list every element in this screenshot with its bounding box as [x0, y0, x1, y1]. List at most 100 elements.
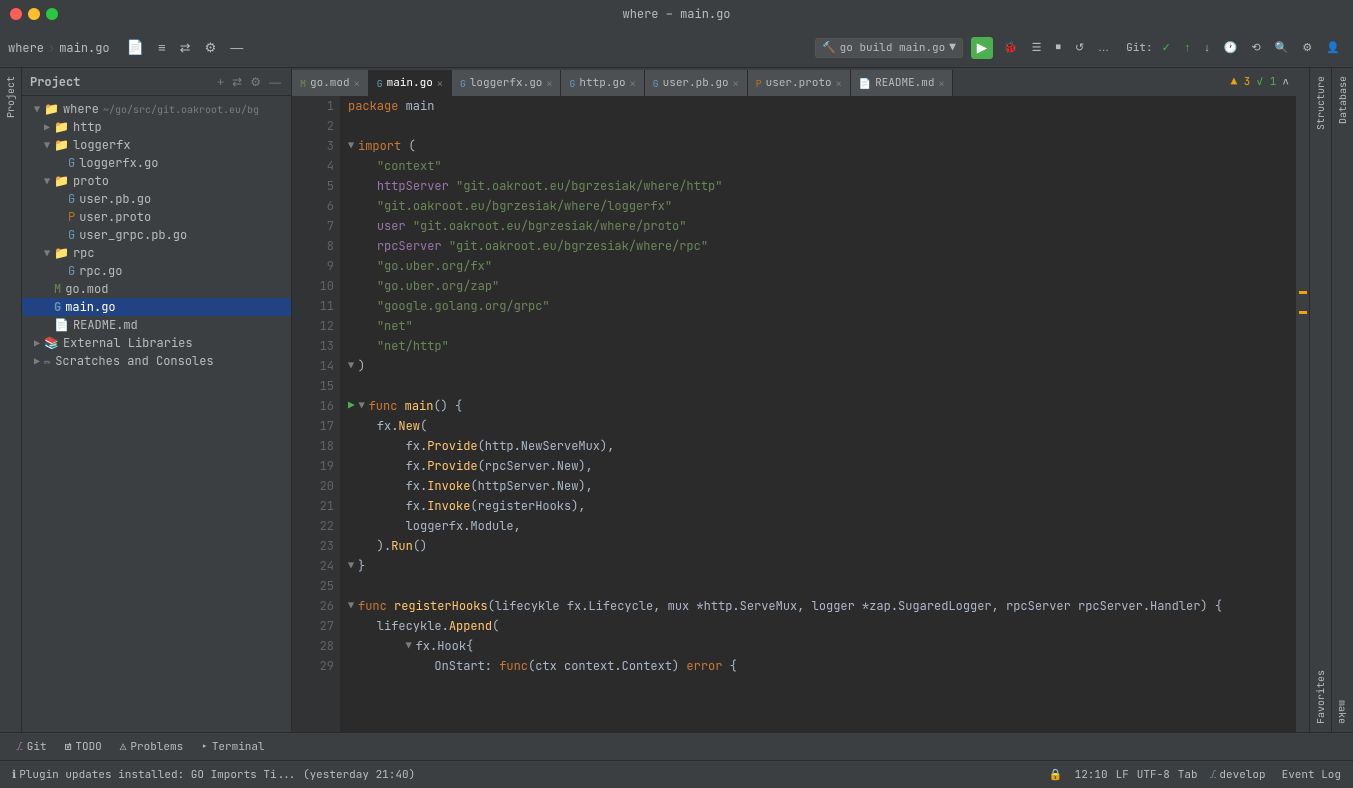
toolbar-icon-btn-1[interactable]: ≡	[153, 37, 171, 58]
tab-close-icon[interactable]: ✕	[836, 77, 842, 90]
bottom-tab-terminal[interactable]: ▸ Terminal	[193, 736, 272, 758]
indent-btn[interactable]: Tab	[1178, 768, 1198, 782]
coverage-button[interactable]: ☰	[1027, 38, 1047, 57]
breadcrumb-file[interactable]: main.go	[59, 40, 109, 56]
stop-button[interactable]: ⏹	[1050, 38, 1066, 57]
breadcrumb-project[interactable]: where	[8, 40, 44, 56]
structure-side-tab[interactable]: Structure	[1310, 68, 1331, 138]
profile-button[interactable]: 👤	[1321, 38, 1345, 57]
fold-close-icon[interactable]: ▼	[348, 356, 354, 376]
fold-icon[interactable]: ▼	[348, 136, 354, 156]
new-file-button[interactable]: 📄	[122, 36, 149, 59]
fold-icon-26[interactable]: ▼	[348, 596, 354, 616]
more-button[interactable]: …	[1093, 39, 1114, 57]
add-file-button[interactable]: +	[215, 73, 226, 91]
ok-badge: ✓ 1	[1256, 75, 1276, 89]
tree-item-loggerfx-go[interactable]: G loggerfx.go	[22, 154, 291, 172]
tree-item-go-mod[interactable]: M go.mod	[22, 280, 291, 298]
line-ending-btn[interactable]: LF	[1116, 768, 1129, 782]
event-log-button-right[interactable]: Event Log	[1278, 766, 1345, 784]
favorites-side-tab[interactable]: Favorites	[1310, 662, 1331, 732]
project-side-tab[interactable]: Project	[0, 68, 21, 126]
collapse-button[interactable]: —	[225, 37, 248, 58]
build-dropdown[interactable]: 🔨 go build main.go ▼	[815, 38, 963, 58]
tab-label: http.go	[579, 76, 625, 90]
fold-icon-24[interactable]: ▼	[348, 556, 354, 576]
rerun-button[interactable]: ↺	[1070, 38, 1089, 57]
status-message: Plugin updates installed: GO Imports Ti.…	[19, 768, 415, 782]
expand-arrow: ▶	[30, 355, 44, 368]
go-file-icon: G	[68, 155, 75, 171]
tab-close-icon[interactable]: ✕	[354, 77, 360, 90]
tab-http-go[interactable]: G http.go ✕	[561, 70, 644, 96]
minimize-button[interactable]	[28, 8, 40, 20]
tree-item-external-libs[interactable]: ▶ 📚 External Libraries	[22, 334, 291, 352]
tab-close-icon[interactable]: ✕	[630, 77, 636, 90]
tab-close-icon[interactable]: ✕	[733, 77, 739, 90]
run-gutter-icon[interactable]: ▶	[348, 396, 355, 416]
tree-item-readme-md[interactable]: 📄 README.md	[22, 316, 291, 334]
code-editor[interactable]: package main ▼ import ( "context" httpSe…	[340, 96, 1295, 732]
database-side-tab[interactable]: Database	[1332, 68, 1353, 132]
bottom-tab-problems[interactable]: ⚠ Problems	[112, 736, 191, 758]
tab-close-icon[interactable]: ✕	[546, 77, 552, 90]
git-fetch-button[interactable]: ↓	[1199, 39, 1215, 57]
tree-item-main-go[interactable]: G main.go	[22, 298, 291, 316]
tree-item-rpc[interactable]: ▼ 📁 rpc	[22, 244, 291, 262]
line-num-4: 4	[292, 156, 334, 176]
tree-item-where-root[interactable]: ▼ 📁 where ~/go/src/git.oakroot.eu/bg	[22, 100, 291, 118]
tree-item-user-pb-go[interactable]: G user.pb.go	[22, 190, 291, 208]
lock-icon-btn[interactable]: 🔒	[1045, 766, 1067, 784]
settings2-button[interactable]: ⚙	[1297, 38, 1317, 57]
expand-badge[interactable]: ∧	[1282, 75, 1289, 89]
folder-icon: 📁	[54, 245, 69, 261]
window-controls[interactable]	[10, 8, 58, 20]
tree-item-http[interactable]: ▶ 📁 http	[22, 118, 291, 136]
code-line-25	[340, 576, 1295, 596]
tab-go-mod[interactable]: M go.mod ✕	[292, 70, 369, 96]
encoding-btn[interactable]: UTF-8	[1137, 768, 1170, 782]
problems-tab-label: Problems	[130, 740, 183, 754]
make-side-tab[interactable]: make	[1332, 692, 1353, 732]
tab-user-proto[interactable]: P user.proto ✕	[748, 70, 851, 96]
tree-item-user-grpc-pb-go[interactable]: G user_grpc.pb.go	[22, 226, 291, 244]
collapse-tree-button[interactable]: —	[267, 73, 283, 91]
tree-item-scratches[interactable]: ▶ ✏ Database Scratches and Consoles	[22, 352, 291, 370]
tree-item-proto[interactable]: ▼ 📁 proto	[22, 172, 291, 190]
tab-user-pb-go[interactable]: G user.pb.go ✕	[645, 70, 748, 96]
vcs-button[interactable]: ⎇ develop	[1206, 766, 1270, 784]
code-line-7: user "git.oakroot.eu/bgrzesiak/where/pro…	[340, 216, 1295, 236]
tree-item-rpc-go[interactable]: G rpc.go	[22, 262, 291, 280]
revert-button[interactable]: ⟲	[1247, 38, 1266, 57]
tab-main-go[interactable]: G main.go ✕	[369, 70, 452, 96]
bottom-tab-git[interactable]: ⎇ Git	[8, 736, 55, 758]
search-button[interactable]: 🔍	[1270, 38, 1294, 57]
tab-label: loggerfx.go	[470, 76, 543, 90]
debug-button[interactable]: 🐞	[999, 38, 1023, 57]
code-line-17: fx.New(	[340, 416, 1295, 436]
tab-close-icon[interactable]: ✕	[938, 77, 944, 90]
run-button[interactable]: ▶	[971, 37, 993, 59]
tree-settings-button[interactable]: ⚙	[248, 73, 263, 91]
code-line-14: ▼ )	[340, 356, 1295, 376]
tab-close-icon[interactable]: ✕	[437, 77, 443, 90]
event-log-button[interactable]: ℹ Plugin updates installed: GO Imports T…	[8, 766, 419, 784]
code-line-16: ▶ ▼ func main() {	[340, 396, 1295, 416]
settings-button[interactable]: ⚙	[200, 37, 222, 59]
tab-loggerfx-go[interactable]: G loggerfx.go ✕	[452, 70, 562, 96]
tree-item-loggerfx[interactable]: ▼ 📁 loggerfx	[22, 136, 291, 154]
fold-icon-28[interactable]: ▼	[406, 636, 412, 656]
git-check-button[interactable]: ✓	[1157, 38, 1176, 57]
toolbar-icon-btn-2[interactable]: ⇄	[175, 37, 196, 59]
history-button[interactable]: 🕐	[1219, 38, 1243, 57]
maximize-button[interactable]	[46, 8, 58, 20]
sync-tree-button[interactable]: ⇄	[230, 73, 244, 91]
status-bar: ℹ Plugin updates installed: GO Imports T…	[0, 760, 1353, 788]
close-button[interactable]	[10, 8, 22, 20]
tab-readme-md[interactable]: 📄 README.md ✕	[851, 70, 954, 96]
fold-icon-16[interactable]: ▼	[359, 396, 365, 416]
git-push-button[interactable]: ↑	[1180, 39, 1196, 57]
bottom-tab-todo[interactable]: ☑ TODO	[57, 736, 110, 758]
tree-item-user-proto[interactable]: P user.proto	[22, 208, 291, 226]
folder-icon: 📁	[44, 101, 59, 117]
